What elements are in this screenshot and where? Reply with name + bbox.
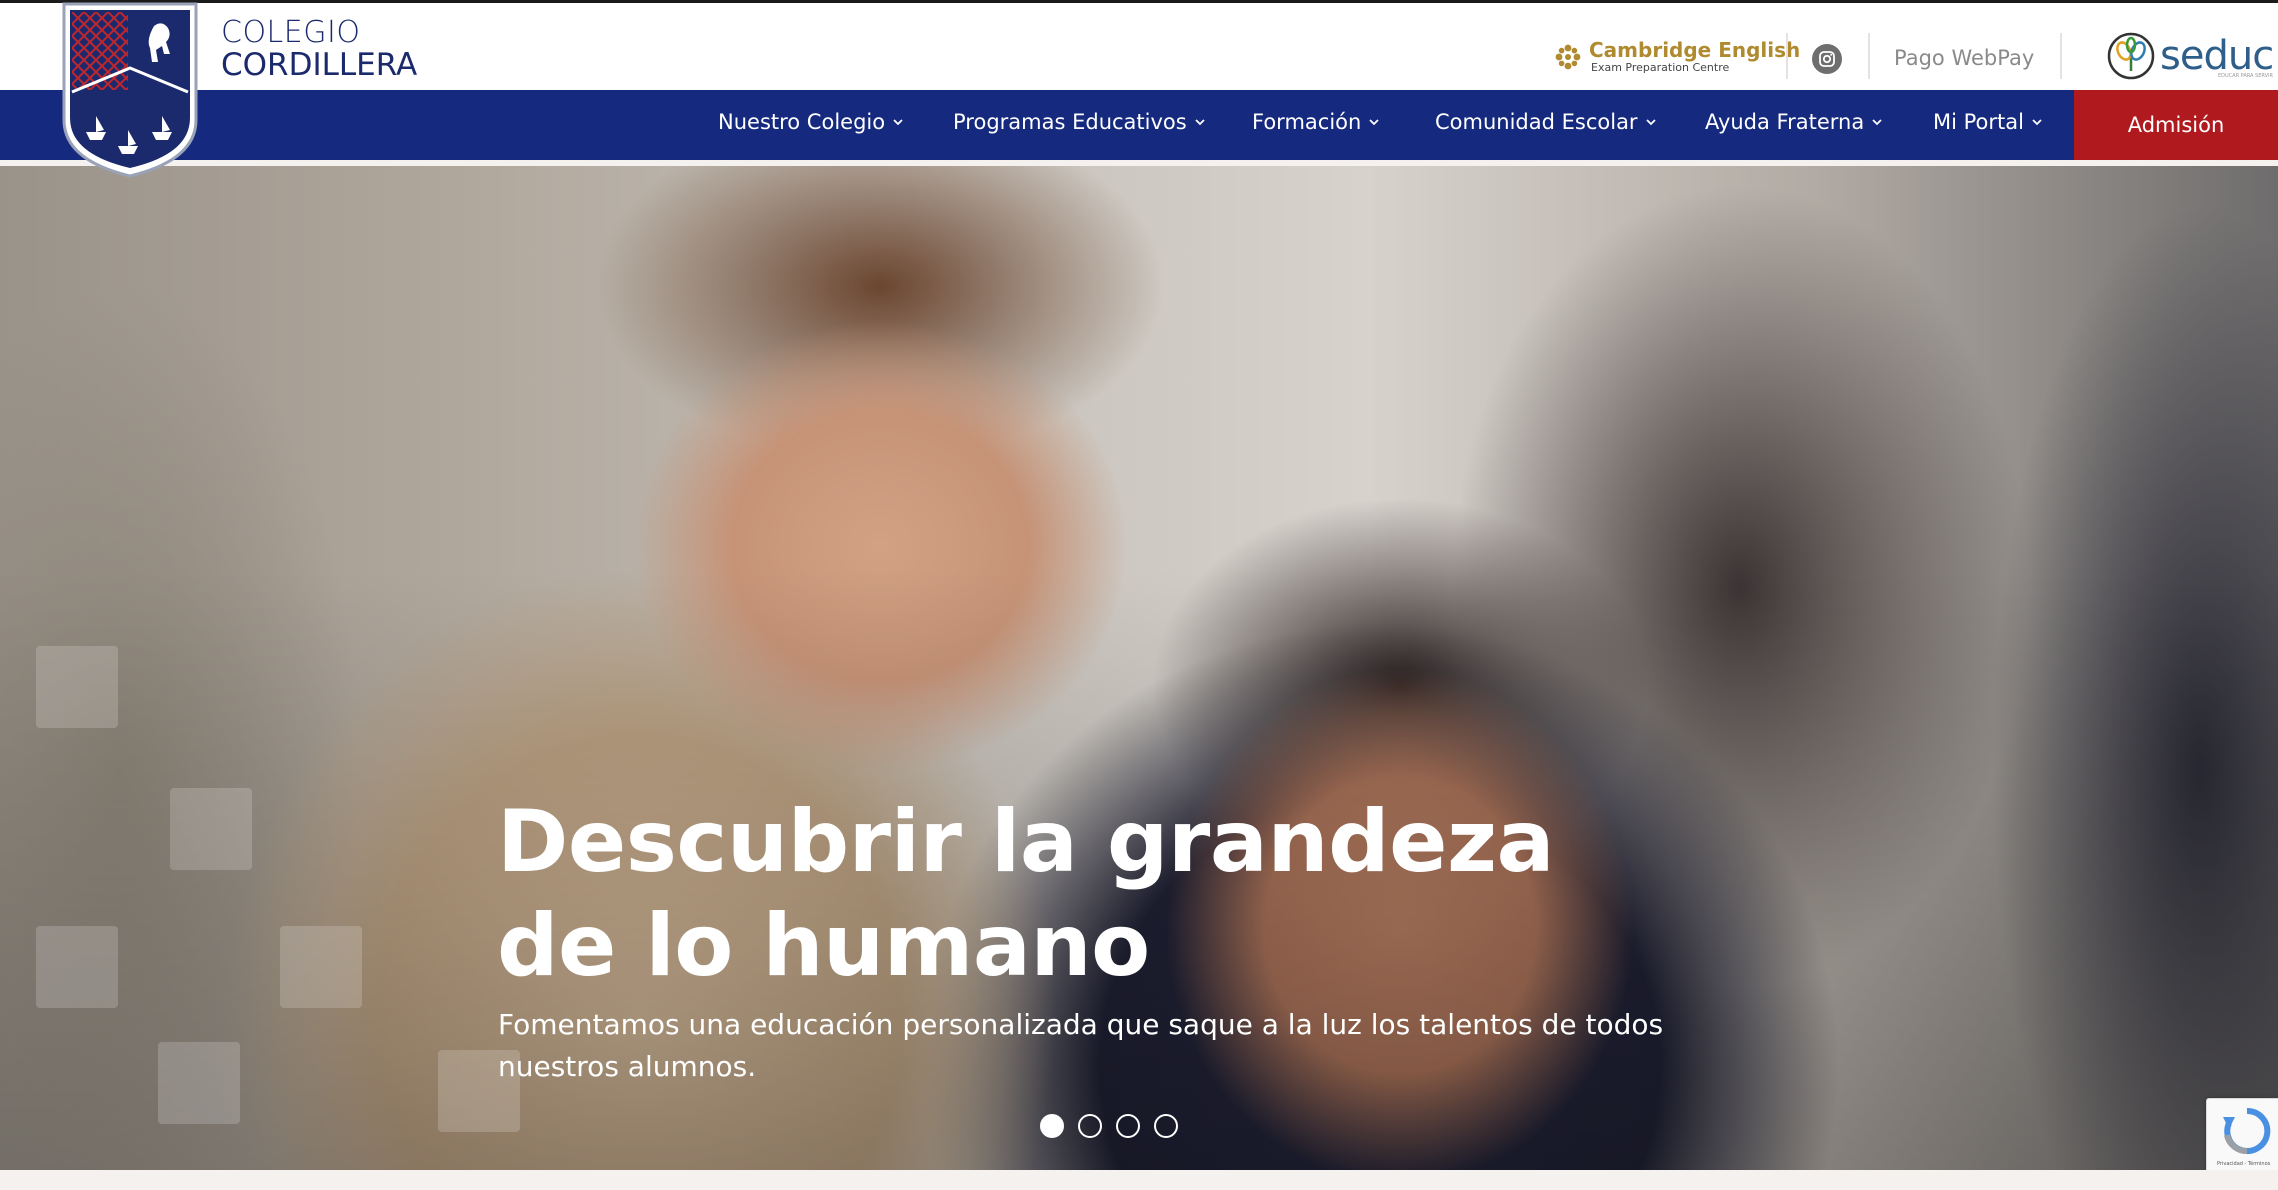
nav-item-label: Ayuda Fraterna <box>1705 110 1865 134</box>
nav-item-nuestro-colegio[interactable]: Nuestro Colegio <box>718 110 904 134</box>
brand-name[interactable]: COLEGIO CORDILLERA <box>221 15 418 83</box>
divider <box>2060 33 2062 79</box>
cambridge-english-logo[interactable]: Cambridge English Exam Preparation Centr… <box>1553 39 1800 74</box>
nav-item-formacion[interactable]: Formación <box>1252 110 1380 134</box>
divider <box>1786 33 1788 79</box>
brand-line-1: COLEGIO <box>221 15 361 50</box>
hero-subtitle: Fomentamos una educación personalizada q… <box>498 1008 1664 1083</box>
admission-button[interactable]: Admisión <box>2074 90 2278 160</box>
hero-carousel[interactable]: Descubrir la grandeza de lo humano Fomen… <box>0 166 2278 1170</box>
cambridge-title: Cambridge English <box>1589 38 1801 62</box>
nav-item-mi-portal[interactable]: Mi Portal <box>1933 110 2043 134</box>
chevron-down-icon <box>1369 119 1379 126</box>
seduc-wordmark: seduc <box>2160 33 2274 79</box>
carousel-dot-1[interactable] <box>1040 1114 1064 1138</box>
instagram-glyph-icon <box>1819 51 1835 67</box>
cambridge-flower-icon <box>1555 44 1581 69</box>
decorative-square <box>36 926 118 1008</box>
nav-item-comunidad-escolar[interactable]: Comunidad Escolar <box>1435 110 1657 134</box>
carousel-pagination <box>1040 1114 1178 1138</box>
pago-webpay-link[interactable]: Pago WebPay <box>1894 46 2034 70</box>
carousel-dot-2[interactable] <box>1078 1114 1102 1138</box>
instagram-icon[interactable] <box>1812 44 1842 74</box>
chevron-down-icon <box>1645 119 1656 126</box>
top-header: COLEGIO CORDILLERA Cambridge English Exa… <box>0 0 2278 90</box>
page-bottom <box>0 1170 2278 1190</box>
nav-item-label: Programas Educativos <box>953 110 1187 134</box>
chevron-down-icon <box>1195 119 1205 126</box>
nav-item-ayuda-fraterna[interactable]: Ayuda Fraterna <box>1705 110 1883 134</box>
nav-item-programas-educativos[interactable]: Programas Educativos <box>953 110 1206 134</box>
decorative-square <box>280 926 362 1008</box>
chevron-down-icon <box>893 119 903 126</box>
decorative-square <box>36 646 118 728</box>
seduc-logo[interactable]: seduc EDUCAR PARA SERVIR <box>2106 31 2274 81</box>
recaptcha-icon <box>2223 1107 2271 1154</box>
decorative-square <box>158 1042 240 1124</box>
school-crest-logo[interactable] <box>60 0 200 178</box>
brand-line-2: CORDILLERA <box>221 47 418 83</box>
divider <box>1868 33 1870 79</box>
seduc-tree-icon <box>2107 32 2155 80</box>
hero-title: Descubrir la grandeza de lo humano <box>497 792 1555 996</box>
cambridge-subtitle: Exam Preparation Centre <box>1591 61 1730 74</box>
carousel-dot-3[interactable] <box>1116 1114 1140 1138</box>
main-navigation: Nuestro Colegio Programas Educativos For… <box>0 90 2278 160</box>
chevron-down-icon <box>1872 119 1882 126</box>
nav-item-label: Nuestro Colegio <box>718 110 886 134</box>
page: COLEGIO CORDILLERA Cambridge English Exa… <box>0 0 2278 1190</box>
decorative-square <box>170 788 252 870</box>
nav-item-label: Formación <box>1252 110 1362 134</box>
carousel-dot-4[interactable] <box>1154 1114 1178 1138</box>
nav-item-label: Mi Portal <box>1933 110 2024 134</box>
chevron-down-icon <box>2032 119 2042 126</box>
nav-item-label: Comunidad Escolar <box>1435 110 1638 134</box>
seduc-tagline: EDUCAR PARA SERVIR <box>2218 73 2273 79</box>
recaptcha-badge[interactable]: Privacidad - Términos <box>2206 1098 2278 1176</box>
recaptcha-text: Privacidad - Términos <box>2217 1161 2271 1167</box>
